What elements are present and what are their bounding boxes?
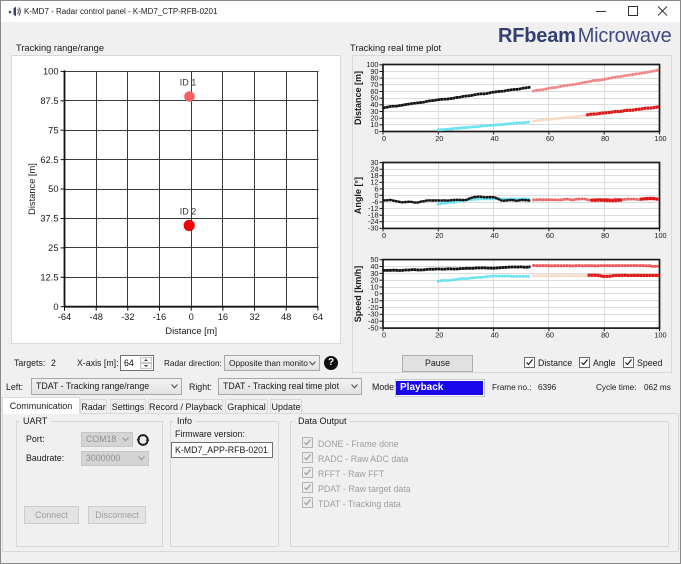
- svg-text:75: 75: [48, 125, 58, 135]
- svg-text:-48: -48: [89, 312, 102, 322]
- svg-text:Distance [m]: Distance [m]: [353, 71, 363, 125]
- svg-text:-32: -32: [121, 312, 134, 322]
- svg-text:100: 100: [43, 67, 59, 77]
- svg-text:20: 20: [435, 231, 443, 240]
- svg-text:0: 0: [382, 331, 386, 340]
- svg-text:100: 100: [366, 60, 378, 69]
- svg-text:0: 0: [382, 231, 386, 240]
- svg-text:60: 60: [546, 134, 554, 143]
- svg-text:64: 64: [313, 312, 323, 322]
- svg-text:80: 80: [601, 231, 609, 240]
- svg-text:37.5: 37.5: [40, 214, 58, 224]
- svg-text:Distance [m]: Distance [m]: [27, 163, 37, 215]
- svg-text:60: 60: [546, 231, 554, 240]
- svg-text:Distance [m]: Distance [m]: [165, 326, 217, 336]
- svg-text:100: 100: [654, 331, 666, 340]
- svg-text:20: 20: [435, 134, 443, 143]
- svg-text:40: 40: [491, 134, 499, 143]
- svg-text:62.5: 62.5: [40, 155, 58, 165]
- svg-text:40: 40: [491, 231, 499, 240]
- svg-text:50: 50: [48, 184, 58, 194]
- svg-text:100: 100: [654, 134, 666, 143]
- svg-text:87.5: 87.5: [40, 96, 58, 106]
- svg-text:16: 16: [218, 312, 228, 322]
- svg-text:-64: -64: [58, 312, 71, 322]
- svg-text:-16: -16: [153, 312, 166, 322]
- svg-text:32: 32: [249, 312, 259, 322]
- svg-text:30: 30: [370, 158, 378, 167]
- svg-text:40: 40: [491, 331, 499, 340]
- svg-text:50: 50: [370, 255, 378, 264]
- svg-text:48: 48: [281, 312, 291, 322]
- svg-text:Angle [°]: Angle [°]: [353, 177, 363, 214]
- svg-text:ID 1: ID 1: [180, 78, 197, 88]
- svg-text:0: 0: [382, 134, 386, 143]
- svg-text:20: 20: [435, 331, 443, 340]
- svg-text:100: 100: [654, 231, 666, 240]
- svg-text:12.5: 12.5: [40, 273, 58, 283]
- svg-text:Speed [km/h]: Speed [km/h]: [353, 266, 363, 323]
- svg-text:25: 25: [48, 243, 58, 253]
- svg-text:0: 0: [53, 302, 58, 312]
- svg-text:0: 0: [189, 312, 194, 322]
- svg-text:80: 80: [601, 331, 609, 340]
- svg-text:80: 80: [601, 134, 609, 143]
- svg-text:60: 60: [546, 331, 554, 340]
- svg-text:ID 2: ID 2: [180, 207, 197, 217]
